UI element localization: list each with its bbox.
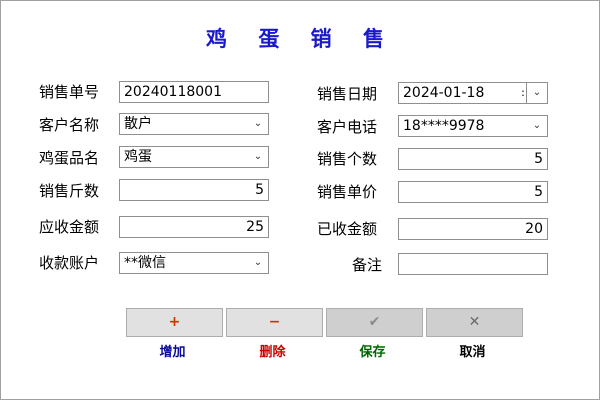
sale-date-picker[interactable]: 2024-01-18: ⌄ (398, 82, 548, 104)
save-button[interactable]: ✔ (326, 308, 423, 337)
remark-label: 备注 (351, 256, 382, 274)
chevron-down-icon[interactable]: ⌄ (248, 147, 268, 167)
account-label: 收款账户 (39, 254, 100, 272)
remark-input[interactable] (398, 253, 548, 275)
add-button[interactable]: + (126, 308, 223, 337)
add-button-label[interactable]: 增加 (124, 341, 221, 360)
unit-price-label: 销售单价 (317, 183, 378, 201)
order-no-input[interactable]: 20240118001 (119, 81, 269, 103)
plus-icon: + (168, 314, 181, 330)
delete-button[interactable]: − (226, 308, 323, 337)
cancel-button-label[interactable]: 取消 (424, 341, 521, 360)
unit-price-input[interactable]: 5 (398, 181, 548, 203)
count-input[interactable]: 5 (398, 148, 548, 170)
chevron-down-icon[interactable]: ⌄ (248, 114, 268, 134)
egg-name-label: 鸡蛋品名 (39, 149, 100, 167)
receivable-label: 应收金额 (39, 218, 100, 236)
date-spinner-icon[interactable]: : ⌄ (521, 83, 547, 103)
customer-name-select[interactable]: 散户 ⌄ (119, 113, 269, 135)
egg-name-select[interactable]: 鸡蛋 ⌄ (119, 146, 269, 168)
customer-phone-label: 客户电话 (317, 118, 378, 136)
check-icon: ✔ (368, 314, 381, 330)
customer-phone-select[interactable]: 18****9978 ⌄ (398, 115, 548, 137)
weight-input[interactable]: 5 (119, 179, 269, 201)
chevron-down-icon[interactable]: ⌄ (248, 253, 268, 273)
delete-button-label[interactable]: 删除 (224, 341, 321, 360)
order-no-label: 销售单号 (39, 83, 100, 101)
count-label: 销售个数 (317, 150, 378, 168)
customer-name-label: 客户名称 (39, 116, 100, 134)
received-label: 已收金额 (317, 220, 378, 238)
chevron-down-icon[interactable]: ⌄ (527, 116, 547, 136)
cancel-button[interactable]: ✕ (426, 308, 523, 337)
minus-icon: − (268, 314, 281, 330)
account-select[interactable]: **微信 ⌄ (119, 252, 269, 274)
save-button-label[interactable]: 保存 (324, 341, 421, 360)
sale-date-label: 销售日期 (317, 85, 378, 103)
close-icon: ✕ (468, 314, 481, 330)
weight-label: 销售斤数 (39, 182, 100, 200)
page-title: 鸡 蛋 销 售 (206, 26, 396, 51)
receivable-input[interactable]: 25 (119, 216, 269, 238)
window: 鸡 蛋 销 售 销售单号 20240118001 客户名称 散户 ⌄ 鸡蛋品名 鸡… (0, 0, 600, 400)
received-input[interactable]: 20 (398, 218, 548, 240)
